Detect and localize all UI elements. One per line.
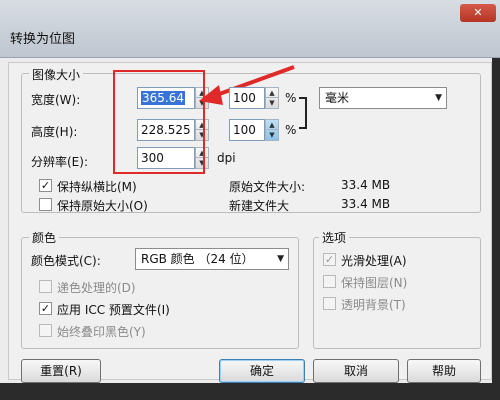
aspect-link-bracket — [299, 97, 307, 129]
keep-aspect-checkbox[interactable]: ✓ — [39, 179, 52, 192]
unit-select-value: 毫米 — [325, 91, 350, 105]
transparent-background-checkbox[interactable] — [323, 297, 336, 310]
resolution-label: 分辨率(E): — [31, 155, 88, 169]
convert-to-bitmap-dialog: 转换为位图 ✕ 图像大小 宽度(W): 365.64 ▲ ▼ 高度(H): 22… — [0, 0, 500, 400]
width-percent-spinner[interactable]: ▲ ▼ — [265, 87, 279, 109]
dialog-body: 图像大小 宽度(W): 365.64 ▲ ▼ 高度(H): 228.525 ▲ … — [8, 62, 492, 383]
options-legend: 选项 — [319, 229, 350, 246]
keep-original-size-label: 保持原始大小(O) — [57, 199, 148, 213]
resolution-unit: dpi — [217, 151, 236, 165]
spin-up-icon: ▲ — [266, 120, 278, 130]
apply-icc-label: 应用 ICC 预置文件(I) — [57, 303, 170, 317]
color-mode-select[interactable]: RGB 颜色 （24 位） ▼ — [135, 248, 289, 270]
antialias-checkbox[interactable]: ✓ — [323, 253, 336, 266]
spin-up-icon: ▲ — [266, 88, 278, 98]
new-file-size-label: 新建文件大 — [229, 199, 290, 213]
background-bottom — [0, 383, 500, 400]
color-mode-label: 颜色模式(C): — [31, 254, 101, 268]
title-bar: 转换为位图 ✕ — [0, 0, 500, 58]
spin-down-icon: ▼ — [269, 131, 275, 139]
cancel-button[interactable]: 取消 — [313, 359, 399, 383]
height-label: 高度(H): — [31, 125, 78, 139]
width-percent-input[interactable]: 100 — [229, 87, 265, 109]
keep-layers-label: 保持图层(N) — [341, 276, 408, 290]
help-button[interactable]: 帮助 — [407, 359, 481, 383]
original-file-size-label: 原始文件大小: — [229, 180, 306, 194]
overprint-black-checkbox[interactable] — [39, 324, 52, 337]
transparent-background-label: 透明背景(T) — [341, 298, 406, 312]
width-percent-symbol: % — [285, 91, 297, 105]
reset-button[interactable]: 重置(R) — [21, 359, 101, 383]
height-percent-spinner[interactable]: ▲ ▼ — [265, 119, 279, 141]
color-legend: 颜色 — [29, 229, 60, 246]
new-file-size-value: 33.4 MB — [341, 197, 391, 211]
spin-down-icon: ▼ — [269, 99, 275, 107]
height-percent-symbol: % — [285, 123, 297, 137]
close-icon[interactable]: ✕ — [460, 4, 496, 22]
keep-layers-checkbox[interactable] — [323, 275, 336, 288]
dither-label: 递色处理的(D) — [57, 281, 136, 295]
dialog-title: 转换为位图 — [10, 32, 76, 47]
chevron-down-icon: ▼ — [277, 254, 284, 264]
unit-select[interactable]: 毫米 ▼ — [319, 87, 447, 109]
keep-aspect-label: 保持纵横比(M) — [57, 180, 137, 194]
ok-button[interactable]: 确定 — [219, 359, 305, 383]
keep-original-size-checkbox[interactable] — [39, 198, 52, 211]
overprint-black-label: 始终叠印黑色(Y) — [57, 325, 146, 339]
background-edge — [492, 58, 500, 400]
original-file-size-value: 33.4 MB — [341, 178, 391, 192]
image-size-legend: 图像大小 — [29, 66, 84, 83]
height-percent-input[interactable]: 100 — [229, 119, 265, 141]
color-mode-value: RGB 颜色 （24 位） — [141, 252, 254, 266]
chevron-down-icon: ▼ — [435, 93, 442, 103]
width-label: 宽度(W): — [31, 93, 81, 107]
dither-checkbox[interactable] — [39, 280, 52, 293]
apply-icc-checkbox[interactable]: ✓ — [39, 302, 52, 315]
antialias-label: 光滑处理(A) — [341, 254, 407, 268]
